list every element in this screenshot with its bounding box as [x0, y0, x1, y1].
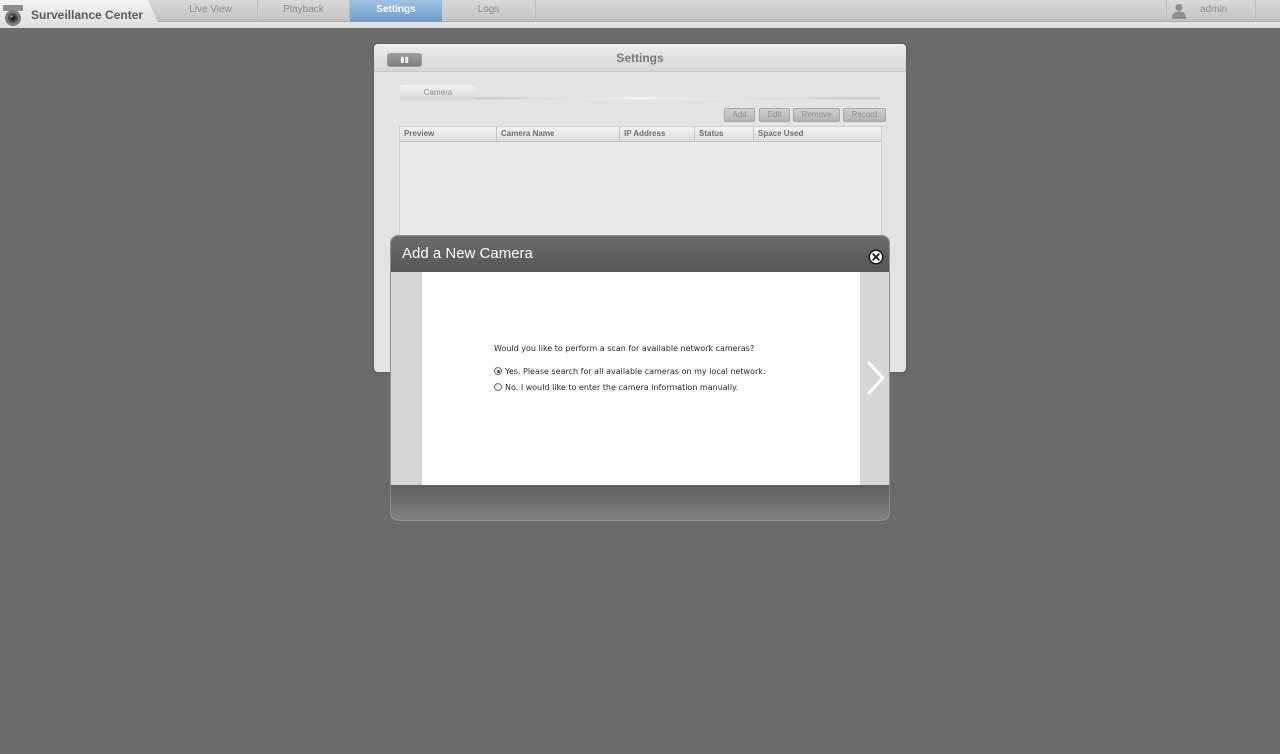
option-manual-entry[interactable]: No. I would like to enter the camera inf…	[494, 381, 738, 393]
settings-header: ▮▮ Settings	[374, 44, 906, 72]
scan-question: Would you like to perform a scan for ava…	[494, 344, 755, 353]
brand: Surveillance Center	[0, 0, 160, 28]
chevron-right-icon[interactable]	[865, 360, 887, 396]
tab-divider	[476, 97, 880, 100]
tab-logs[interactable]: Logs	[442, 0, 536, 22]
column-header-camera-name[interactable]: Camera Name	[497, 127, 620, 142]
dialog-header: Add a New Camera	[391, 236, 889, 272]
user-icon	[1172, 4, 1186, 19]
camera-table: Preview Camera Name IP Address Status Sp…	[399, 126, 882, 236]
dialog-left-gutter	[391, 272, 422, 485]
column-header-ip-address[interactable]: IP Address	[620, 127, 695, 142]
tab-settings[interactable]: Settings	[350, 0, 442, 26]
edit-button[interactable]: Edit	[759, 108, 790, 122]
dialog-footer	[391, 485, 889, 520]
add-button[interactable]: Add	[724, 108, 755, 122]
settings-title: Settings	[616, 51, 664, 65]
option-search-network-label: Yes. Please search for all available cam…	[505, 366, 766, 376]
tab-live-view[interactable]: Live View	[164, 0, 258, 22]
user-name: admin	[1200, 4, 1228, 15]
option-search-network[interactable]: Yes. Please search for all available cam…	[494, 365, 765, 377]
dialog-body: Would you like to perform a scan for ava…	[422, 272, 860, 485]
top-nav-bar: Live View Playback Settings Logs admin	[0, 0, 1280, 26]
option-manual-entry-label: No. I would like to enter the camera inf…	[505, 382, 739, 392]
camera-table-header: Preview Camera Name IP Address Status Sp…	[400, 127, 881, 142]
camera-logo-icon	[3, 5, 23, 26]
top-bar-shadow	[0, 22, 1280, 28]
radio-manual-entry[interactable]	[494, 383, 502, 391]
column-header-preview[interactable]: Preview	[400, 127, 497, 142]
app-title: Surveillance Center	[31, 8, 144, 22]
record-button[interactable]: Record	[843, 108, 886, 122]
tab-camera[interactable]: Camera	[400, 85, 476, 100]
tab-playback[interactable]: Playback	[258, 0, 350, 22]
remove-button[interactable]: Remove	[793, 108, 840, 122]
close-icon[interactable]	[868, 249, 884, 265]
radio-search-network[interactable]	[494, 367, 502, 375]
user-menu[interactable]: admin	[1166, 0, 1256, 22]
dialog-title: Add a New Camera	[402, 245, 533, 262]
add-camera-dialog: Add a New Camera Would you like to perfo…	[390, 235, 890, 521]
column-header-status[interactable]: Status	[695, 127, 754, 142]
column-header-space-used[interactable]: Space Used	[754, 127, 881, 142]
